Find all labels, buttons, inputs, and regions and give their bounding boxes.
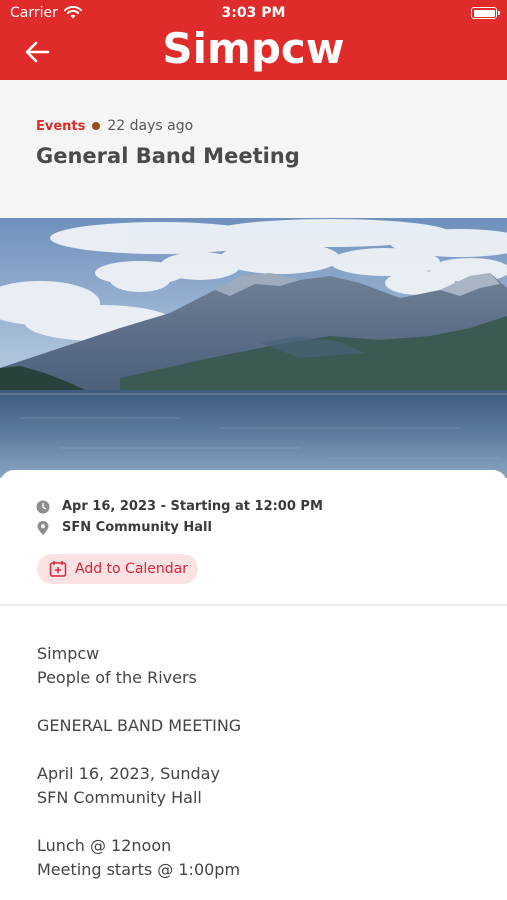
body-line: SFN Community Hall <box>37 788 202 807</box>
time-ago: 22 days ago <box>107 118 194 134</box>
body-line: Simpcw <box>37 644 100 663</box>
article-header: Events 22 days ago General Band Meeting <box>0 80 507 218</box>
add-to-calendar-label: Add to Calendar <box>75 561 189 577</box>
event-location-row: SFN Community Hall <box>36 517 323 538</box>
app-header: Carrier 3:03 PM Simpcw <box>0 0 507 80</box>
app-title: Simpcw <box>162 24 345 73</box>
hero-image <box>0 218 507 478</box>
event-date-time: Apr 16, 2023 - Starting at 12:00 PM <box>62 499 323 514</box>
article-meta: Events 22 days ago <box>36 118 193 134</box>
calendar-plus-icon <box>49 560 67 577</box>
body-line: April 16, 2023, Sunday <box>37 764 220 783</box>
event-card: Apr 16, 2023 - Starting at 12:00 PM SFN … <box>0 470 507 900</box>
mountain-lake-photo <box>0 218 507 478</box>
event-date-row: Apr 16, 2023 - Starting at 12:00 PM <box>36 496 323 517</box>
map-pin-icon <box>37 520 49 535</box>
event-location: SFN Community Hall <box>62 520 212 535</box>
status-time: 3:03 PM <box>221 5 286 21</box>
body-line: GENERAL BAND MEETING <box>37 716 242 735</box>
add-to-calendar-button[interactable]: Add to Calendar <box>37 554 199 584</box>
separator-dot <box>92 122 101 130</box>
clock-icon <box>36 500 50 513</box>
body-line: Meeting starts @ 1:00pm <box>37 860 241 879</box>
category-label[interactable]: Events <box>36 119 85 134</box>
article-body: Simpcw People of the Rivers GENERAL BAND… <box>37 642 241 882</box>
body-line: People of the Rivers <box>37 668 197 687</box>
event-info: Apr 16, 2023 - Starting at 12:00 PM SFN … <box>36 496 323 538</box>
page-title: General Band Meeting <box>36 144 300 168</box>
body-line: Lunch @ 12noon <box>37 836 172 855</box>
divider <box>0 604 507 606</box>
battery-icon <box>471 7 500 19</box>
